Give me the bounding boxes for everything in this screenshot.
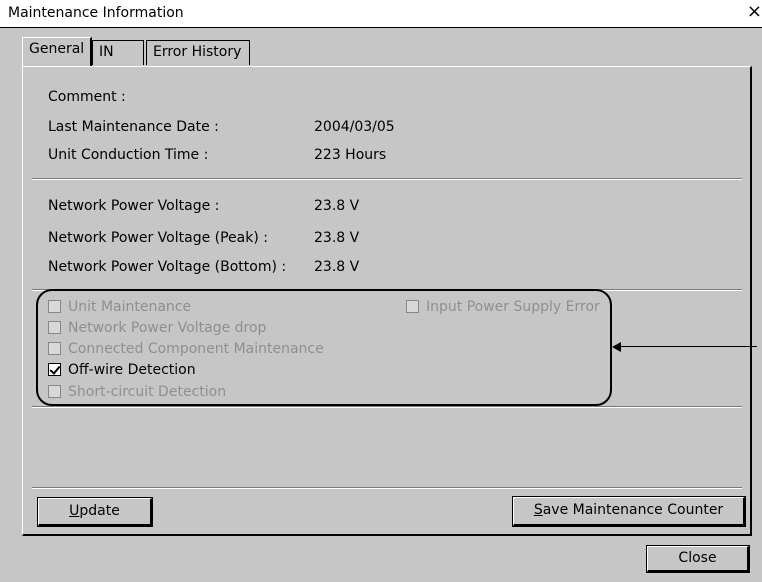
network-power-voltage-peak-label: Network Power Voltage (Peak) : [48,230,268,246]
network-power-voltage-bottom-label: Network Power Voltage (Bottom) : [48,259,287,275]
close-icon[interactable]: × [747,2,762,22]
window-title: Maintenance Information [8,5,184,21]
tab-in-label: IN [99,44,114,60]
callout-highlight [36,289,612,406]
tab-error-history-label: Error History [153,44,242,60]
network-power-voltage-label: Network Power Voltage : [48,198,220,214]
tab-general[interactable]: General [22,37,92,66]
callout-arrow-line [617,346,757,347]
separator [32,487,742,489]
callout-arrow-icon [612,342,621,352]
last-maintenance-date-value: 2004/03/05 [314,119,395,135]
unit-conduction-time-value: 223 Hours [314,147,387,163]
tab-error-history[interactable]: Error History [146,40,250,65]
close-button[interactable]: Close [646,545,750,573]
separator [32,406,742,408]
network-power-voltage-value: 23.8 V [314,198,360,214]
update-mnemonic: U [69,503,80,519]
update-label: pdate [79,503,120,519]
maintenance-dialog: Maintenance Information × General IN Err… [0,0,762,582]
save-maintenance-counter-button[interactable]: Save Maintenance Counter [512,496,746,527]
comment-label: Comment : [48,89,126,105]
unit-conduction-time-label: Unit Conduction Time : [48,147,209,163]
last-maintenance-date-label: Last Maintenance Date : [48,119,219,135]
save-mnemonic: S [533,502,543,518]
title-bar: Maintenance Information × [0,0,762,28]
separator [32,178,742,180]
update-button[interactable]: Update [37,497,153,527]
network-power-voltage-bottom-value: 23.8 V [314,259,360,275]
network-power-voltage-peak-value: 23.8 V [314,230,360,246]
tab-in[interactable]: IN [92,40,144,65]
save-label: ave Maintenance Counter [542,502,724,518]
tab-general-label: General [29,41,85,57]
close-label: Close [678,550,717,566]
